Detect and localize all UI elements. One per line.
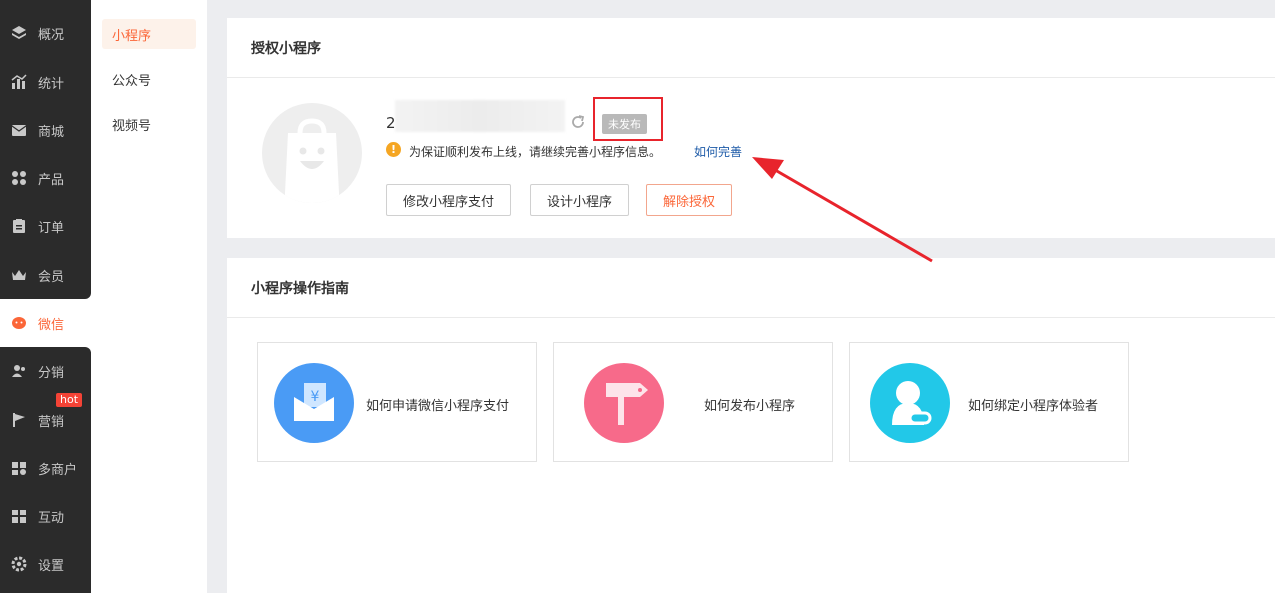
annotation-arrow (752, 157, 933, 263)
